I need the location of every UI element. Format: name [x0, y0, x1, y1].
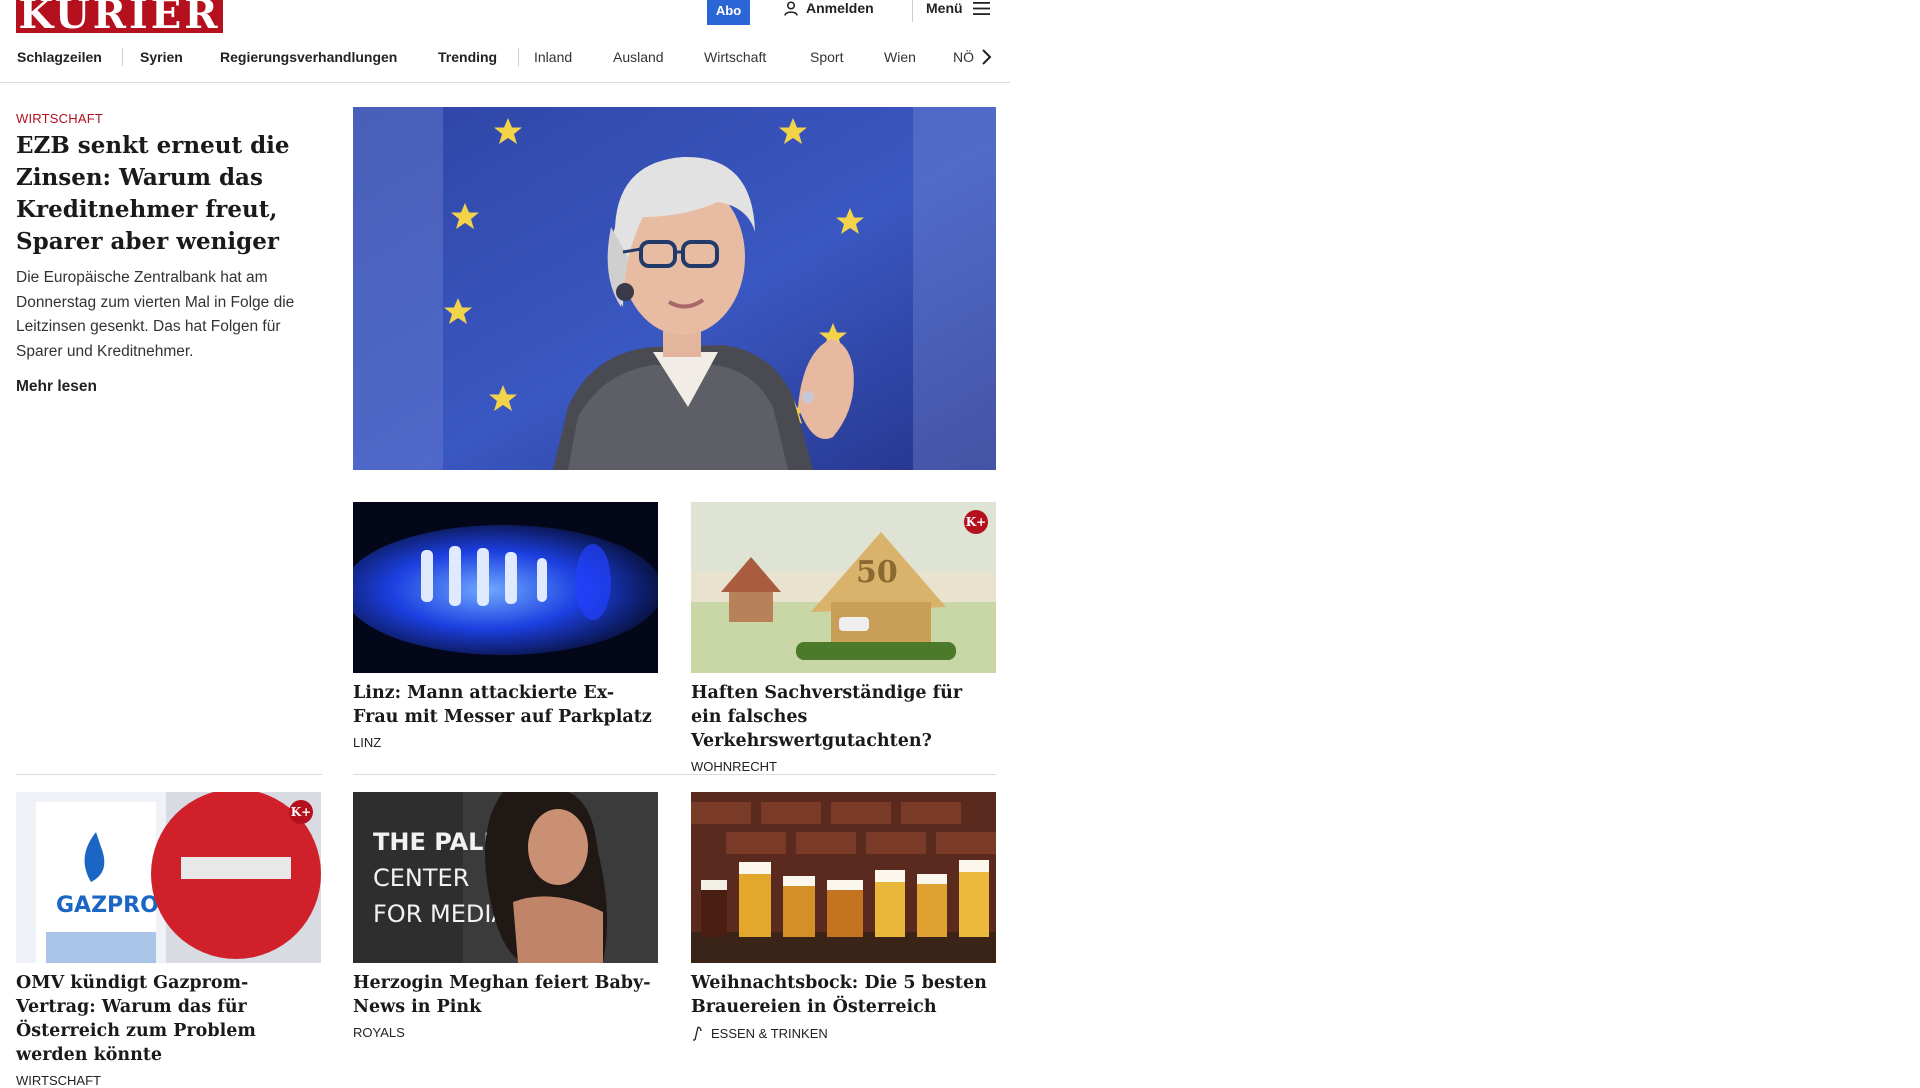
article-ressort[interactable]: LINZ: [353, 735, 658, 750]
page: KURIER Abo Anmelden Menü Schlagzeilen Sy…: [0, 0, 1010, 1088]
article-image-beer-glasses: [691, 792, 996, 963]
nav-item-wien[interactable]: Wien: [884, 44, 916, 70]
kurier-logo[interactable]: KURIER: [16, 0, 223, 33]
article-card-gazprom[interactable]: GAZPROM K+ OMV kündigt Gazprom-Vertrag: …: [16, 792, 321, 1088]
paley-lettering-2: CENTER: [373, 864, 469, 892]
ressort-label: LINZ: [353, 735, 382, 750]
hamburger-icon: [972, 1, 990, 15]
nav-item-inland[interactable]: Inland: [534, 44, 572, 70]
article-ressort[interactable]: ESSEN & TRINKEN: [691, 1025, 996, 1041]
ressort-label: WOHNRECHT: [691, 759, 777, 774]
chevron-right-icon[interactable]: [976, 47, 996, 67]
article-card-linz[interactable]: Linz: Mann attackierte Ex-Frau mit Messe…: [353, 502, 658, 750]
header-divider: [912, 0, 913, 22]
nav-item-noe[interactable]: NÖ: [953, 44, 974, 70]
article-image-gazprom-sign: GAZPROM K+: [16, 792, 321, 963]
article-card-wohnrecht[interactable]: 50 K+ Haften Sachverständige für ein fal…: [691, 502, 996, 774]
nav-item-ausland[interactable]: Ausland: [613, 44, 664, 70]
ressort-label: ESSEN & TRINKEN: [711, 1025, 828, 1041]
article-headline[interactable]: OMV kündigt Gazprom-Vertrag: Warum das f…: [16, 971, 321, 1067]
login-button[interactable]: Anmelden: [784, 0, 874, 18]
article-headline[interactable]: Linz: Mann attackierte Ex-Frau mit Messe…: [353, 681, 658, 729]
article-headline[interactable]: Weihnachtsbock: Die 5 besten Brauereien …: [691, 971, 996, 1019]
nav-item-syrien[interactable]: Syrien: [140, 44, 183, 70]
article-card-royals[interactable]: THE PALEY CENTER FOR MEDIA Herzogin Megh…: [353, 792, 658, 1040]
nav-item-sport[interactable]: Sport: [810, 44, 843, 70]
article-ressort[interactable]: ROYALS: [353, 1025, 658, 1040]
lead-headline[interactable]: EZB senkt erneut die Zin­sen: Warum das …: [16, 130, 324, 258]
banknote-value: 50: [856, 555, 898, 590]
article-ressort[interactable]: WIRTSCHAFT: [16, 1073, 321, 1088]
abo-button[interactable]: Abo: [707, 0, 750, 25]
section-divider: [16, 774, 322, 775]
article-card-weihnachtsbock[interactable]: Weihnachtsbock: Die 5 besten Brauereien …: [691, 792, 996, 1041]
premium-badge: K+: [964, 510, 988, 534]
article-ressort[interactable]: WOHNRECHT: [691, 759, 996, 774]
nav-separator: [122, 48, 123, 66]
section-divider: [353, 774, 996, 775]
login-label: Anmelden: [806, 0, 874, 16]
article-image-banknote-house: 50 K+: [691, 502, 996, 673]
nav-item-wirtschaft[interactable]: Wirtschaft: [704, 44, 766, 70]
article-image-meghan: THE PALEY CENTER FOR MEDIA: [353, 792, 658, 963]
nav-divider: [0, 82, 1010, 83]
nav-separator: [518, 48, 519, 66]
fork-icon: [693, 1026, 702, 1041]
ressort-label: WIRTSCHAFT: [16, 1073, 101, 1088]
user-icon: [784, 0, 798, 16]
menu-button[interactable]: Menü: [926, 0, 990, 18]
lead-kicker[interactable]: WIRTSCHAFT: [16, 111, 103, 126]
article-image-police-light: [353, 502, 658, 673]
read-more-link[interactable]: Mehr lesen: [16, 378, 97, 396]
nav-item-trending[interactable]: Trending: [438, 44, 497, 70]
menu-label: Menü: [926, 0, 963, 16]
article-headline[interactable]: Haften Sachverständige für ein fal­sches…: [691, 681, 996, 753]
ressort-label: ROYALS: [353, 1025, 405, 1040]
nav-item-regierungsverhandlungen[interactable]: Regierungsverhandlungen: [220, 44, 397, 70]
lead-image-lagarde[interactable]: [353, 107, 996, 470]
premium-badge: K+: [289, 800, 313, 824]
nav-item-schlagzeilen[interactable]: Schlagzeilen: [17, 44, 102, 70]
main-nav: Schlagzeilen Syrien Regierungsverhandlun…: [0, 44, 1008, 70]
article-headline[interactable]: Herzogin Meghan feiert Baby-News in Pink: [353, 971, 658, 1019]
paley-lettering-3: FOR MEDIA: [373, 900, 508, 928]
lead-teaser: Die Europäische Zentralbank hat am Donne…: [16, 269, 295, 360]
